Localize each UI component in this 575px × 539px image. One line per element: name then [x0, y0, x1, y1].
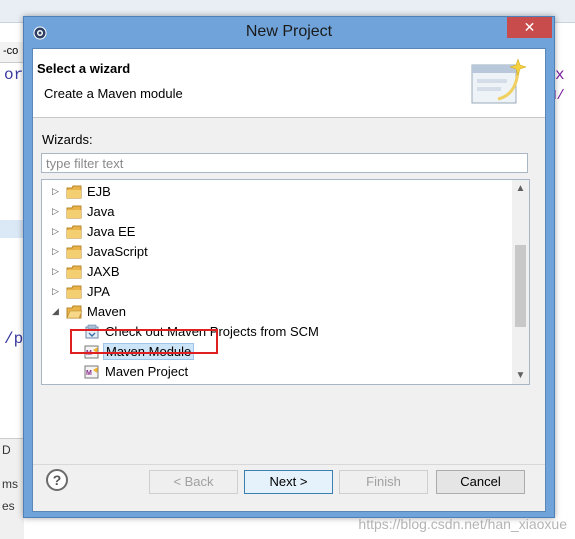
title-bar[interactable]: New Project ✕: [24, 17, 554, 49]
tree-item-java-ee[interactable]: ▷ Java EE: [42, 222, 512, 242]
background-code-fragment: or: [4, 66, 24, 84]
tree-item-label: JavaScript: [87, 244, 148, 259]
tree-item-label: JPA: [87, 284, 110, 299]
expand-arrow-icon[interactable]: ▷: [52, 206, 62, 216]
tree-item-maven-project[interactable]: M Maven Project: [42, 362, 512, 382]
dialog-content: Select a wizard Create a Maven module Wi…: [32, 48, 546, 512]
tree-scrollbar[interactable]: ▲ ▼: [512, 180, 529, 384]
tree-item-label: Maven: [87, 304, 127, 319]
page-title: Select a wizard: [37, 61, 131, 76]
next-button[interactable]: Next >: [244, 470, 333, 494]
tree-item-java[interactable]: ▷ Java: [42, 202, 512, 222]
wizard-banner-icon: [471, 58, 527, 104]
tree-item-label: Java: [87, 204, 115, 219]
folder-icon: [66, 265, 82, 279]
tree-item-label: Maven Project: [105, 364, 189, 379]
folder-icon: [66, 225, 82, 239]
svg-text:M: M: [86, 370, 92, 377]
close-button[interactable]: ✕: [507, 17, 552, 38]
background-console-panel: D ms es: [0, 438, 24, 539]
watermark-text: https://blog.csdn.net/han_xiaoxue: [358, 516, 567, 532]
folder-icon: [66, 185, 82, 199]
filter-input[interactable]: [41, 153, 528, 173]
scroll-thumb[interactable]: [515, 245, 526, 327]
collapse-arrow-icon[interactable]: ◢: [52, 306, 62, 316]
folder-icon: [66, 285, 82, 299]
tree-item-ejb[interactable]: ▷ EJB: [42, 182, 512, 202]
folder-icon: [66, 205, 82, 219]
expand-arrow-icon[interactable]: ▷: [52, 286, 62, 296]
scroll-up-arrow-icon[interactable]: ▲: [512, 180, 529, 197]
background-code-fragment: x: [555, 66, 565, 84]
expand-arrow-icon[interactable]: ▷: [52, 186, 62, 196]
background-code-fragment: /p: [4, 330, 24, 348]
window-title: New Project: [245, 23, 333, 40]
expand-arrow-icon[interactable]: ▷: [52, 246, 62, 256]
background-highlight-line: [0, 220, 24, 238]
maven-icon: M: [84, 365, 99, 379]
wizards-label: Wizards:: [42, 132, 93, 147]
background-tab-text: -co: [3, 45, 19, 57]
new-project-dialog: New Project ✕ Select a wizard Create a M…: [23, 16, 555, 518]
help-icon[interactable]: ?: [46, 469, 68, 491]
tree-item-jpa[interactable]: ▷ JPA: [42, 282, 512, 302]
tree-item-label: JAXB: [87, 264, 120, 279]
tree-item-maven[interactable]: ◢ Maven: [42, 302, 512, 322]
expand-arrow-icon[interactable]: ▷: [52, 266, 62, 276]
tree-item-label: EJB: [87, 184, 111, 199]
back-button[interactable]: < Back: [149, 470, 238, 494]
annotation-highlight-box: [70, 329, 218, 354]
button-bar-separator: [33, 464, 545, 465]
tree-item-label: Java EE: [87, 224, 136, 239]
expand-arrow-icon[interactable]: ▷: [52, 226, 62, 236]
wizard-header: Select a wizard Create a Maven module: [33, 49, 545, 118]
tree-item-javascript[interactable]: ▷ JavaScript: [42, 242, 512, 262]
scroll-down-arrow-icon[interactable]: ▼: [512, 367, 529, 384]
folder-open-icon: [66, 305, 82, 319]
page-description: Create a Maven module: [44, 86, 183, 101]
cancel-button[interactable]: Cancel: [436, 470, 525, 494]
finish-button[interactable]: Finish: [339, 470, 428, 494]
tree-item-jaxb[interactable]: ▷ JAXB: [42, 262, 512, 282]
background-console-text: D: [2, 443, 11, 457]
background-console-text: es: [2, 499, 15, 513]
folder-icon: [66, 245, 82, 259]
wizard-tree: ▷ EJB ▷ Java ▷ Java EE ▷ JavaScript ▷ JA…: [41, 179, 530, 385]
background-editor-tab: -co: [0, 42, 24, 63]
background-console-text: ms: [2, 477, 18, 491]
